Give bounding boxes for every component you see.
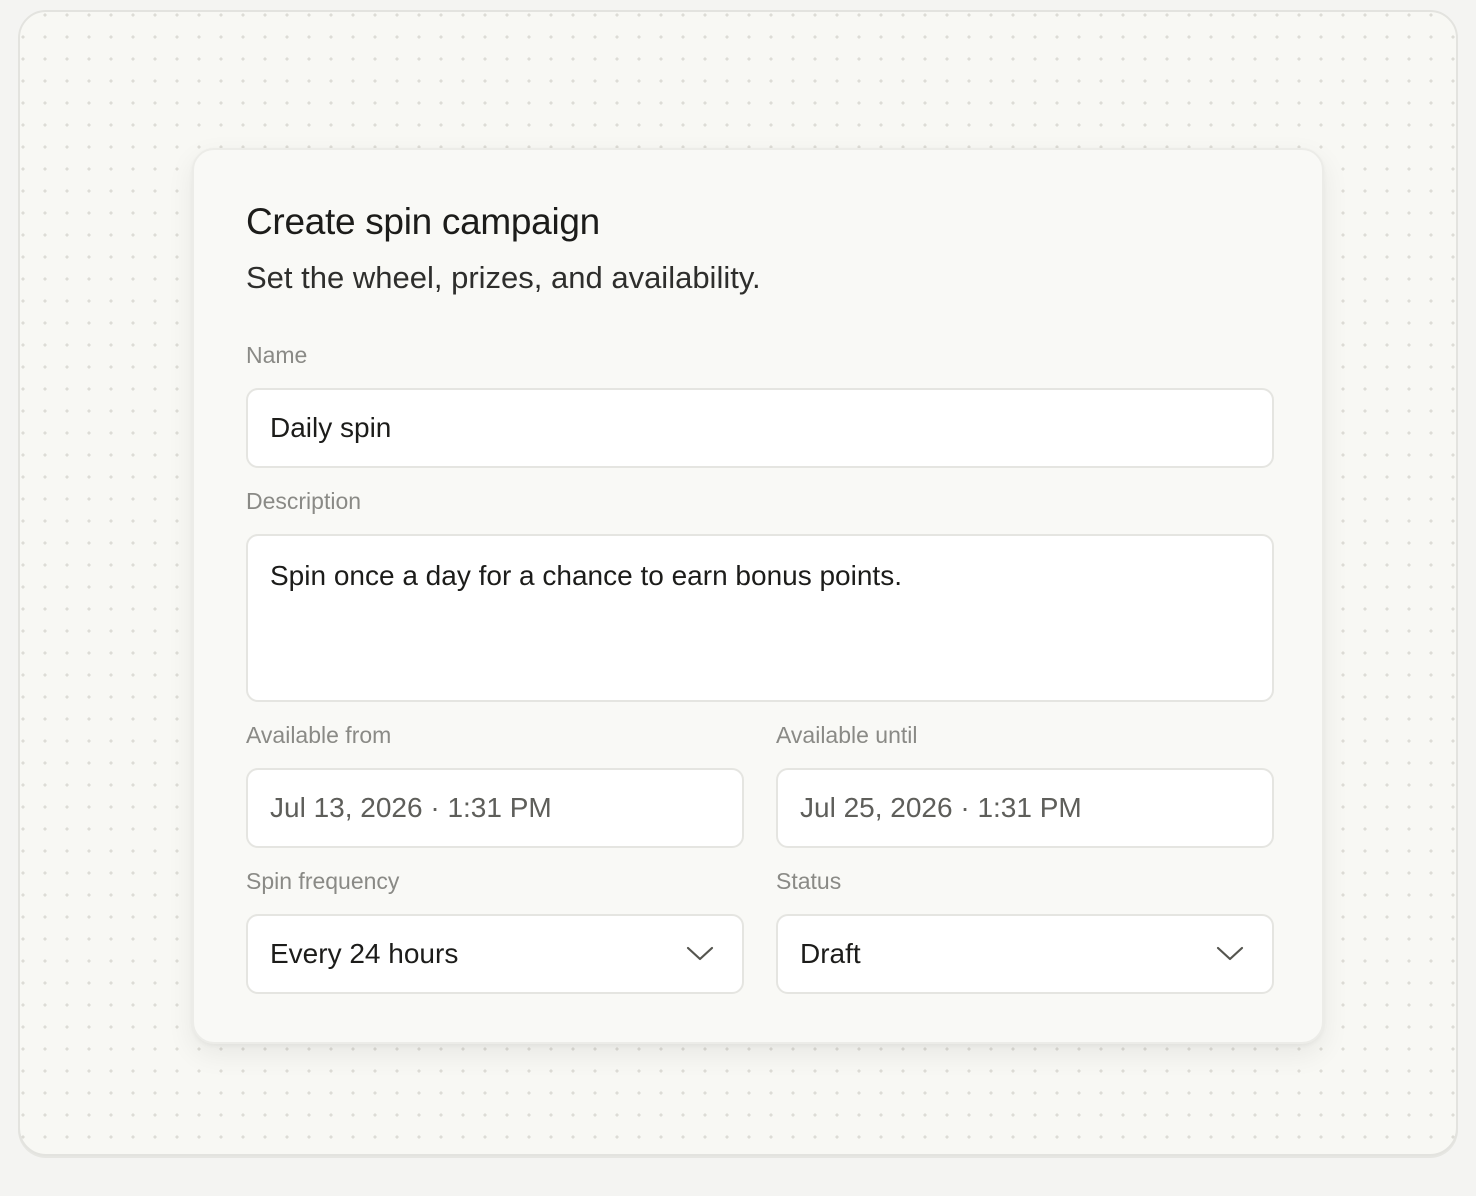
spin-frequency-select[interactable]: Every 24 hours [246,914,744,994]
available-until-input[interactable]: Jul 25, 2026 · 1:31 PM [776,768,1274,848]
status-label: Status [776,868,842,894]
description-textarea[interactable]: Spin once a day for a chance to earn bon… [246,534,1274,702]
dialog-title: Create spin campaign [246,201,600,242]
chevron-down-icon [686,946,714,961]
available-from-value: Jul 13, 2026 · 1:31 PM [270,792,552,823]
canvas-frame: Create spin campaign Set the wheel, priz… [18,10,1458,1156]
status-select[interactable]: Draft [776,914,1274,994]
spin-frequency-label: Spin frequency [246,868,400,894]
name-label: Name [246,342,308,368]
name-input[interactable]: Daily spin [246,388,1274,468]
status-value: Draft [800,938,861,969]
description-label: Description [246,488,362,514]
available-until-label: Available until [776,722,918,748]
chevron-down-icon [1216,946,1244,961]
create-campaign-card: Create spin campaign Set the wheel, priz… [192,148,1324,1044]
name-input-value: Daily spin [270,412,392,443]
spin-frequency-value: Every 24 hours [270,938,459,969]
available-from-label: Available from [246,722,392,748]
dialog-subtitle: Set the wheel, prizes, and availability. [246,260,761,295]
available-until-value: Jul 25, 2026 · 1:31 PM [800,792,1082,823]
available-from-input[interactable]: Jul 13, 2026 · 1:31 PM [246,768,744,848]
description-textarea-value: Spin once a day for a chance to earn bon… [270,560,902,591]
